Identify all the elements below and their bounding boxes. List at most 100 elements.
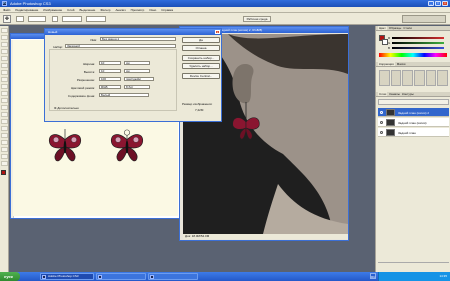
taskbar-item-photoshop[interactable]: Adobe Photoshop CS3 — [40, 273, 94, 280]
foreground-color-swatch[interactable] — [1, 170, 6, 175]
color-mode-select[interactable]: RGB — [99, 85, 121, 89]
menu-help[interactable]: Справка — [161, 8, 173, 12]
auto-select-checkbox[interactable] — [16, 16, 24, 22]
cancel-button[interactable]: Отмена — [182, 45, 220, 51]
stamp-tool[interactable] — [1, 84, 8, 89]
type-tool[interactable] — [1, 133, 8, 138]
taskbar: пуск Adobe Photoshop CS3 RU 14:35 — [0, 272, 450, 281]
slice-tool[interactable] — [1, 63, 8, 68]
minimize-button[interactable]: _ — [428, 1, 434, 6]
window-controls: _ □ x — [428, 1, 448, 6]
menu-filter[interactable]: Фильтр — [100, 8, 110, 12]
tab-masks[interactable]: Маски — [397, 62, 406, 66]
tab-styles[interactable]: Стили — [403, 26, 412, 30]
ok-button[interactable]: Да — [182, 37, 220, 43]
vibrance-icon[interactable] — [425, 70, 437, 86]
width-input[interactable]: 10 — [99, 61, 121, 65]
healing-tool[interactable] — [1, 70, 8, 75]
curves-icon[interactable] — [402, 70, 413, 86]
close-button[interactable]: x — [442, 1, 448, 6]
levels-icon[interactable] — [390, 70, 402, 86]
gradient-tool[interactable] — [1, 105, 8, 110]
background-contents-select[interactable]: Белый — [99, 93, 149, 97]
eye-icon[interactable] — [380, 111, 383, 114]
lasso-tool[interactable] — [1, 42, 8, 47]
color-ramp[interactable] — [379, 53, 447, 57]
tab-swatches[interactable]: Образцы — [389, 26, 402, 30]
eye-icon[interactable] — [380, 121, 383, 124]
shape-tool[interactable] — [1, 147, 8, 152]
blue-slider[interactable] — [392, 47, 444, 49]
workspace-button[interactable]: Рабочая среда — [243, 16, 271, 22]
brush-tool[interactable] — [1, 77, 8, 82]
hue-icon[interactable] — [437, 70, 448, 86]
start-button[interactable]: пуск — [0, 272, 20, 281]
brightness-icon[interactable] — [379, 70, 390, 86]
menu-image[interactable]: Изображение — [43, 8, 62, 12]
eraser-tool[interactable] — [1, 98, 8, 103]
crop-tool[interactable] — [1, 56, 8, 61]
advanced-toggle[interactable]: ⊗ Дополнительно — [54, 106, 79, 110]
menu-file[interactable]: Файл — [3, 8, 10, 12]
distribute-buttons[interactable] — [86, 16, 106, 22]
align-buttons[interactable] — [62, 16, 82, 22]
menu-analysis[interactable]: Анализ — [115, 8, 125, 12]
menu-select[interactable]: Выделение — [79, 8, 95, 12]
blend-mode-select[interactable] — [378, 99, 449, 105]
move-tool[interactable] — [1, 28, 8, 33]
name-input[interactable]: Без имени-1 — [100, 37, 176, 41]
language-indicator[interactable]: RU — [370, 273, 376, 279]
tab-adjustments[interactable]: Коррекция — [378, 62, 395, 66]
tab-channels[interactable]: Каналы — [389, 92, 400, 96]
layer-row[interactable]: Задний план — [378, 128, 449, 137]
tab-paths[interactable]: Контуры — [402, 92, 414, 96]
exposure-icon[interactable] — [414, 70, 425, 86]
dialog-title[interactable]: Новый — [45, 29, 221, 35]
path-selection-tool[interactable] — [1, 140, 8, 145]
layer-row[interactable]: Задний план (копия) — [378, 118, 449, 127]
marquee-tool[interactable] — [1, 35, 8, 40]
adjustment-icons — [379, 70, 448, 86]
transform-controls-checkbox[interactable] — [52, 16, 58, 22]
delete-preset-button[interactable]: Удалить набор... — [182, 63, 220, 69]
taskbar-item[interactable] — [96, 273, 146, 280]
app-task-icon — [150, 275, 154, 279]
blur-tool[interactable] — [1, 112, 8, 117]
eye-icon[interactable] — [380, 131, 383, 134]
resolution-unit-select[interactable]: пикс/дюйм — [124, 77, 154, 81]
preset-select[interactable]: Заказной — [65, 44, 176, 48]
red-channel-label: R — [388, 36, 391, 40]
menu-layer[interactable]: Слой — [67, 8, 74, 12]
tab-layers[interactable]: Слои — [378, 92, 388, 96]
hand-tool[interactable] — [1, 154, 8, 159]
red-slider[interactable] — [392, 37, 444, 39]
layers-footer-buttons[interactable] — [378, 262, 449, 268]
photoshop-logo-icon: Ps — [2, 1, 7, 6]
taskbar-item[interactable] — [148, 273, 198, 280]
menu-edit[interactable]: Редактирование — [15, 8, 38, 12]
panels-dock: Цвет Образцы Стили R G B Коррекция Маски… — [375, 26, 450, 272]
pen-tool[interactable] — [1, 126, 8, 131]
zoom-tool[interactable] — [1, 161, 8, 166]
height-unit-select[interactable]: см — [124, 69, 150, 73]
green-slider[interactable] — [392, 42, 444, 44]
system-tray-clock[interactable]: 14:35 — [378, 272, 450, 281]
bit-depth-select[interactable]: 8 бит — [124, 85, 150, 89]
save-preset-button[interactable]: Сохранить набор... — [182, 55, 220, 61]
move-tool-icon[interactable]: ✥ — [3, 15, 11, 23]
height-input[interactable]: 10 — [99, 69, 121, 73]
history-brush-tool[interactable] — [1, 91, 8, 96]
resolution-input[interactable]: 100 — [99, 77, 121, 81]
auto-select-dropdown[interactable] — [28, 16, 46, 22]
maximize-button[interactable]: □ — [435, 1, 441, 6]
tab-color[interactable]: Цвет — [378, 26, 387, 30]
magic-wand-tool[interactable] — [1, 49, 8, 54]
device-central-button[interactable]: Device Central... — [182, 73, 220, 79]
width-unit-select[interactable]: см — [124, 61, 150, 65]
menu-window[interactable]: Окно — [149, 8, 156, 12]
dialog-close-button[interactable]: x — [215, 30, 220, 34]
dodge-tool[interactable] — [1, 119, 8, 124]
layer-row[interactable]: Задний план (копия) 2 — [378, 108, 449, 117]
menu-view[interactable]: Просмотр — [131, 8, 145, 12]
name-label: Имя: — [90, 38, 97, 42]
